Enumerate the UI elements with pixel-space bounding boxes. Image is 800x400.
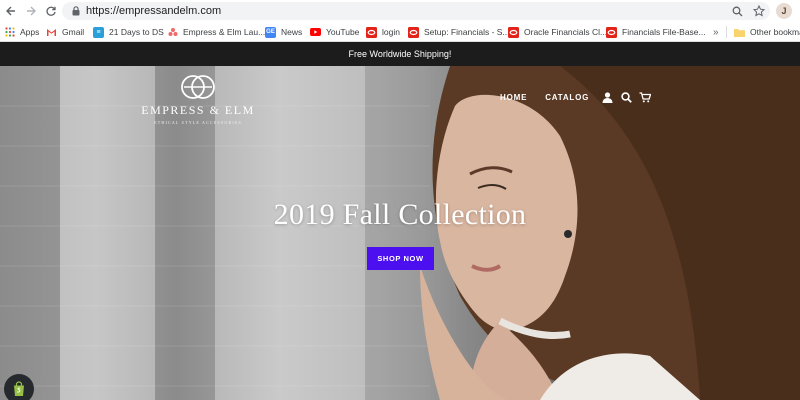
announcement-text: Free Worldwide Shipping! — [348, 49, 452, 59]
youtube-icon — [310, 27, 321, 38]
bookmark-label: Setup: Financials - S... — [424, 27, 510, 37]
bookmark-oracle-financials[interactable]: Oracle Financials Cl... — [508, 22, 608, 41]
back-button[interactable] — [1, 1, 21, 21]
browser-toolbar: https://empressandelm.com J — [0, 0, 800, 22]
logo-wordmark: EMPRESS & ELM — [141, 103, 255, 117]
nav-home-link[interactable]: HOME — [500, 93, 527, 102]
hero-title: 2019 Fall Collection — [273, 198, 527, 231]
cart-icon[interactable] — [639, 91, 652, 103]
oracle-icon — [408, 26, 419, 38]
bookmark-label: Empress & Elm Lau... — [183, 27, 266, 37]
shopify-bag-icon — [14, 381, 24, 396]
site-logo[interactable]: EMPRESS & ELM ETHICAL STYLE ACCESSORIES — [138, 74, 258, 134]
arrow-left-icon — [6, 6, 15, 16]
logo-monogram-icon — [181, 75, 215, 99]
oracle-icon — [508, 26, 519, 38]
bookmark-label: Gmail — [62, 27, 85, 37]
logo-tagline: ETHICAL STYLE ACCESSORIES — [154, 120, 242, 125]
gmail-icon — [46, 27, 57, 38]
bookmark-label: YouTube — [326, 27, 360, 37]
bookmark-login[interactable]: login — [366, 22, 400, 41]
lock-icon — [69, 2, 83, 20]
shopify-badge[interactable] — [4, 374, 34, 400]
bookmark-gmail[interactable]: Gmail — [46, 22, 85, 41]
bookmark-apps[interactable]: Apps — [4, 22, 40, 41]
bookmark-setup-financials[interactable]: Setup: Financials - S... — [408, 22, 510, 41]
arrow-right-icon — [27, 6, 36, 16]
bookmark-label: 21 Days to DS — [109, 27, 164, 37]
oracle-icon — [606, 26, 617, 38]
google-news-icon: GE — [265, 26, 276, 38]
bookmarks-bar: Apps Gmail ≡ 21 Days to DS Empress & Elm… — [0, 22, 800, 42]
bookmark-news[interactable]: GE News — [265, 22, 303, 41]
bookmark-label: Financials File-Base... — [622, 27, 706, 37]
site-navigation: HOME CATALOG — [500, 90, 658, 104]
hero-banner: EMPRESS & ELM ETHICAL STYLE ACCESSORIES … — [0, 66, 800, 400]
bookmark-label: Oracle Financials Cl... — [524, 27, 608, 37]
bookmark-other[interactable]: Other bookma — [734, 22, 800, 41]
announcement-bar: Free Worldwide Shipping! — [0, 42, 800, 66]
forward-button[interactable] — [21, 1, 41, 21]
reload-button[interactable] — [41, 1, 61, 21]
star-bookmark-icon[interactable] — [752, 4, 766, 18]
oracle-icon — [366, 26, 377, 38]
folder-icon — [734, 27, 745, 38]
more-bookmarks-chevron[interactable]: » — [713, 22, 719, 41]
bookmark-youtube[interactable]: YouTube — [310, 22, 360, 41]
search-icon[interactable] — [620, 91, 632, 103]
account-icon[interactable] — [601, 91, 613, 103]
bookmark-label: login — [382, 27, 400, 37]
bookmark-financials-file[interactable]: Financials File-Base... — [606, 22, 706, 41]
bookmark-label: Other bookma — [750, 27, 800, 37]
profile-avatar[interactable]: J — [776, 3, 792, 19]
asana-icon — [167, 27, 178, 38]
bookmark-label: Apps — [20, 27, 40, 37]
bookmark-separator — [726, 26, 727, 38]
bookmark-label: News — [281, 27, 303, 37]
shop-now-button[interactable]: SHOP NOW — [367, 247, 434, 270]
apps-grid-icon — [4, 27, 15, 38]
url-text[interactable]: https://empressandelm.com — [86, 5, 221, 17]
zoom-search-icon[interactable] — [730, 4, 744, 18]
bookmark-site-icon: ≡ — [93, 26, 104, 38]
bookmark-empress-launch[interactable]: Empress & Elm Lau... — [167, 22, 266, 41]
bookmark-21-days[interactable]: ≡ 21 Days to DS — [93, 22, 164, 41]
nav-catalog-link[interactable]: CATALOG — [545, 93, 589, 102]
address-bar[interactable]: https://empressandelm.com — [62, 2, 770, 20]
hero-background-image — [0, 66, 800, 400]
reload-icon — [46, 6, 56, 16]
